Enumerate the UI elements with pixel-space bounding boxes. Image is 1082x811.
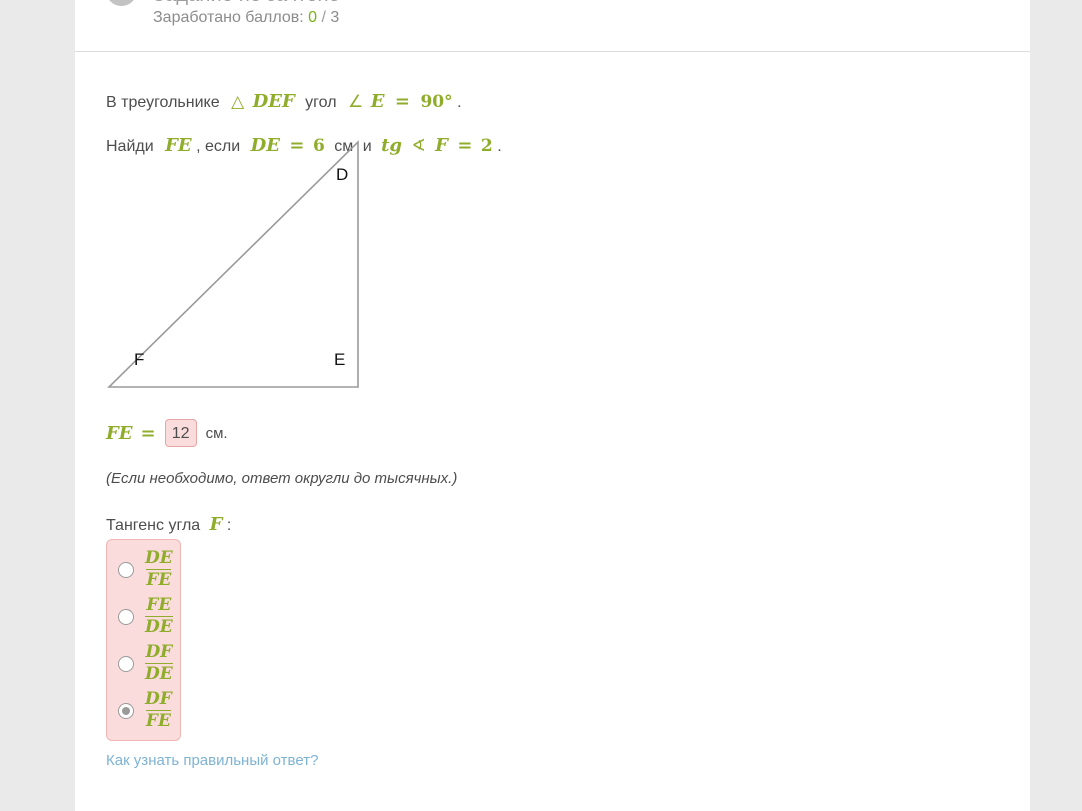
user-avatar-icon bbox=[106, 0, 137, 6]
vertex-label-e: E bbox=[334, 350, 346, 369]
header-divider bbox=[75, 51, 1030, 52]
fraction-numerator-3: DF bbox=[145, 641, 173, 662]
tangent-option-3[interactable]: DF DE bbox=[107, 640, 180, 687]
tg-equals: = bbox=[457, 135, 473, 156]
page-root: Задание не зачтено Заработано баллов: 0 … bbox=[0, 0, 1082, 811]
radio-button-icon-2[interactable] bbox=[118, 608, 134, 625]
tangent-label-colon: : bbox=[226, 517, 232, 534]
question-line-1: В треугольнике △ DEF угол ∠ E = 90° . bbox=[106, 91, 462, 112]
radio-button-icon-3[interactable] bbox=[118, 655, 134, 672]
fraction-numerator-1: DE bbox=[145, 547, 173, 568]
fraction-denominator-4: FE bbox=[145, 710, 171, 731]
fraction-numerator-4: DF bbox=[145, 688, 172, 709]
fraction-denominator-1: FE bbox=[146, 569, 172, 590]
score-total: 3 bbox=[330, 9, 340, 26]
answer-equals: = bbox=[140, 422, 156, 444]
angle-value-90: 90° bbox=[420, 92, 453, 112]
answer-row: FE = 12 см. bbox=[106, 416, 228, 450]
tangent-label-prefix: Тангенс угла bbox=[106, 517, 201, 534]
answer-unit: см. bbox=[205, 424, 228, 442]
question-l1-middle: угол bbox=[305, 94, 337, 111]
triangle-symbol-icon: △ bbox=[231, 92, 245, 112]
vertex-label-f: F bbox=[134, 350, 145, 369]
radio-button-icon-1[interactable] bbox=[118, 561, 134, 578]
score-label: Заработано баллов: bbox=[153, 9, 304, 26]
how-to-find-answer-link[interactable]: Как узнать правильный ответ? bbox=[106, 752, 318, 769]
question-l1-period: . bbox=[457, 94, 462, 111]
fraction-denominator-2: DE bbox=[145, 616, 173, 637]
question-l2-and: и bbox=[362, 138, 372, 155]
tangent-angle-f: F bbox=[209, 514, 223, 535]
tangent-option-2[interactable]: FE DE bbox=[107, 593, 180, 640]
fraction-numerator-2: FE bbox=[146, 594, 172, 615]
angle-symbol-2-icon: ∢ bbox=[411, 136, 426, 156]
fraction-denominator-3: DE bbox=[145, 663, 173, 684]
question-l2-period: . bbox=[497, 138, 502, 155]
score-separator: / bbox=[321, 9, 326, 26]
task-header: Задание не зачтено Заработано баллов: 0 … bbox=[75, 0, 1030, 51]
angle-symbol-icon: ∠ bbox=[348, 92, 364, 112]
question-l1-equals: = bbox=[394, 91, 410, 112]
fraction-df-de: DF DE bbox=[145, 641, 173, 684]
rounding-note: (Если необходимо, ответ округли до тысяч… bbox=[106, 470, 458, 487]
answer-label-fe: FE bbox=[106, 422, 133, 444]
radio-button-icon-4[interactable] bbox=[118, 702, 134, 719]
tangent-options-group: DE FE FE DE DF DE DF FE bbox=[106, 539, 181, 741]
angle-name-e: E bbox=[370, 91, 385, 112]
fraction-de-fe: DE FE bbox=[145, 547, 173, 590]
vertex-label-d: D bbox=[336, 165, 349, 184]
tg-function: tg bbox=[381, 135, 402, 156]
tangent-option-1[interactable]: DE FE bbox=[107, 546, 180, 593]
task-title: Задание не зачтено bbox=[153, 0, 340, 7]
tangent-option-4[interactable]: DF FE bbox=[107, 687, 180, 734]
tg-value-2: 2 bbox=[480, 136, 493, 156]
question-l1-prefix: В треугольнике bbox=[106, 94, 220, 111]
tangent-question-label: Тангенс угла F : bbox=[106, 514, 231, 535]
triangle-name: DEF bbox=[252, 91, 295, 112]
fraction-fe-de: FE DE bbox=[145, 594, 173, 637]
score-earned: 0 bbox=[308, 9, 318, 26]
task-card: Задание не зачтено Заработано баллов: 0 … bbox=[75, 0, 1030, 811]
score-line: Заработано баллов: 0 / 3 bbox=[153, 9, 339, 27]
angle-name-f: F bbox=[435, 135, 448, 156]
triangle-svg bbox=[107, 140, 359, 388]
fraction-df-fe: DF FE bbox=[145, 688, 172, 731]
answer-input[interactable]: 12 bbox=[164, 419, 197, 447]
triangle-shape bbox=[107, 140, 359, 388]
right-triangle-figure: D E F bbox=[106, 138, 362, 391]
